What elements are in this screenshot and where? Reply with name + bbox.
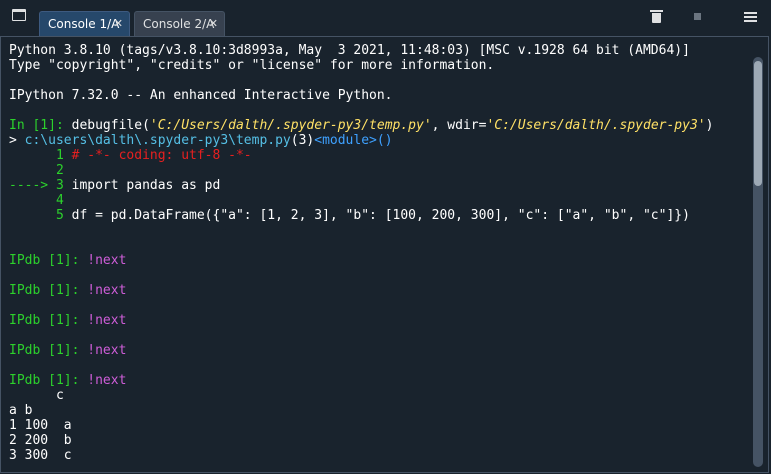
options-menu-icon[interactable] bbox=[744, 12, 757, 22]
source-line: 1 # -*- coding: utf-8 -*- bbox=[9, 148, 252, 163]
banner-line: IPython 7.32.0 -- An enhanced Interactiv… bbox=[9, 88, 393, 103]
stop-icon[interactable] bbox=[694, 13, 701, 20]
dataframe-output-line: a b bbox=[9, 403, 72, 418]
console-output: Python 3.8.10 (tags/v3.8.10:3d8993a, May… bbox=[9, 43, 746, 463]
ipdb-line: IPdb [1]: !next bbox=[9, 253, 127, 268]
input-line: In [1]: debugfile('C:/Users/dalth/.spyde… bbox=[9, 118, 714, 133]
ipdb-line: IPdb [1]: !next bbox=[9, 313, 127, 328]
dataframe-output-line: 3 300 c bbox=[9, 448, 72, 463]
in-prompt: In [1]: bbox=[9, 118, 64, 133]
ipdb-line: IPdb [1]: !next bbox=[9, 283, 127, 298]
ipdb-line: IPdb [1]: !next bbox=[9, 343, 127, 358]
source-line: 5 df = pd.DataFrame({"a": [1, 2, 3], "b"… bbox=[9, 208, 690, 223]
dataframe-output-line: c bbox=[9, 388, 64, 403]
tab-console-2a[interactable]: Console 2/A ✕ bbox=[134, 11, 225, 36]
tab-console-1a[interactable]: Console 1/A ✕ bbox=[39, 11, 130, 36]
trash-icon[interactable] bbox=[650, 10, 663, 23]
banner-line: Type "copyright", "credits" or "license"… bbox=[9, 58, 495, 73]
vertical-scrollbar[interactable] bbox=[753, 57, 763, 467]
scrollbar-thumb[interactable] bbox=[754, 61, 762, 186]
banner-line: Python 3.8.10 (tags/v3.8.10:3d8993a, May… bbox=[9, 43, 690, 58]
source-line: 2 bbox=[9, 163, 64, 178]
source-line-current: ----> 3 import pandas as pd bbox=[9, 178, 221, 193]
ipdb-line: IPdb [1]: !next bbox=[9, 373, 127, 388]
tab-label: Console 1/A bbox=[48, 17, 120, 31]
dataframe-output-line: 1 100 a bbox=[9, 418, 72, 433]
close-icon[interactable]: ✕ bbox=[209, 12, 218, 36]
close-icon[interactable]: ✕ bbox=[114, 12, 123, 36]
ipython-console[interactable]: Python 3.8.10 (tags/v3.8.10:3d8993a, May… bbox=[0, 36, 769, 473]
dataframe-output-line: 2 200 b bbox=[9, 433, 72, 448]
debug-location-line: > c:\users\dalth\.spyder-py3\temp.py(3)<… bbox=[9, 133, 393, 148]
console-tab-bar: Console 1/A ✕ Console 2/A ✕ bbox=[0, 0, 771, 37]
pane-menu-icon[interactable] bbox=[12, 9, 26, 21]
source-line: 4 bbox=[9, 193, 64, 208]
tab-label: Console 2/A bbox=[143, 17, 215, 31]
